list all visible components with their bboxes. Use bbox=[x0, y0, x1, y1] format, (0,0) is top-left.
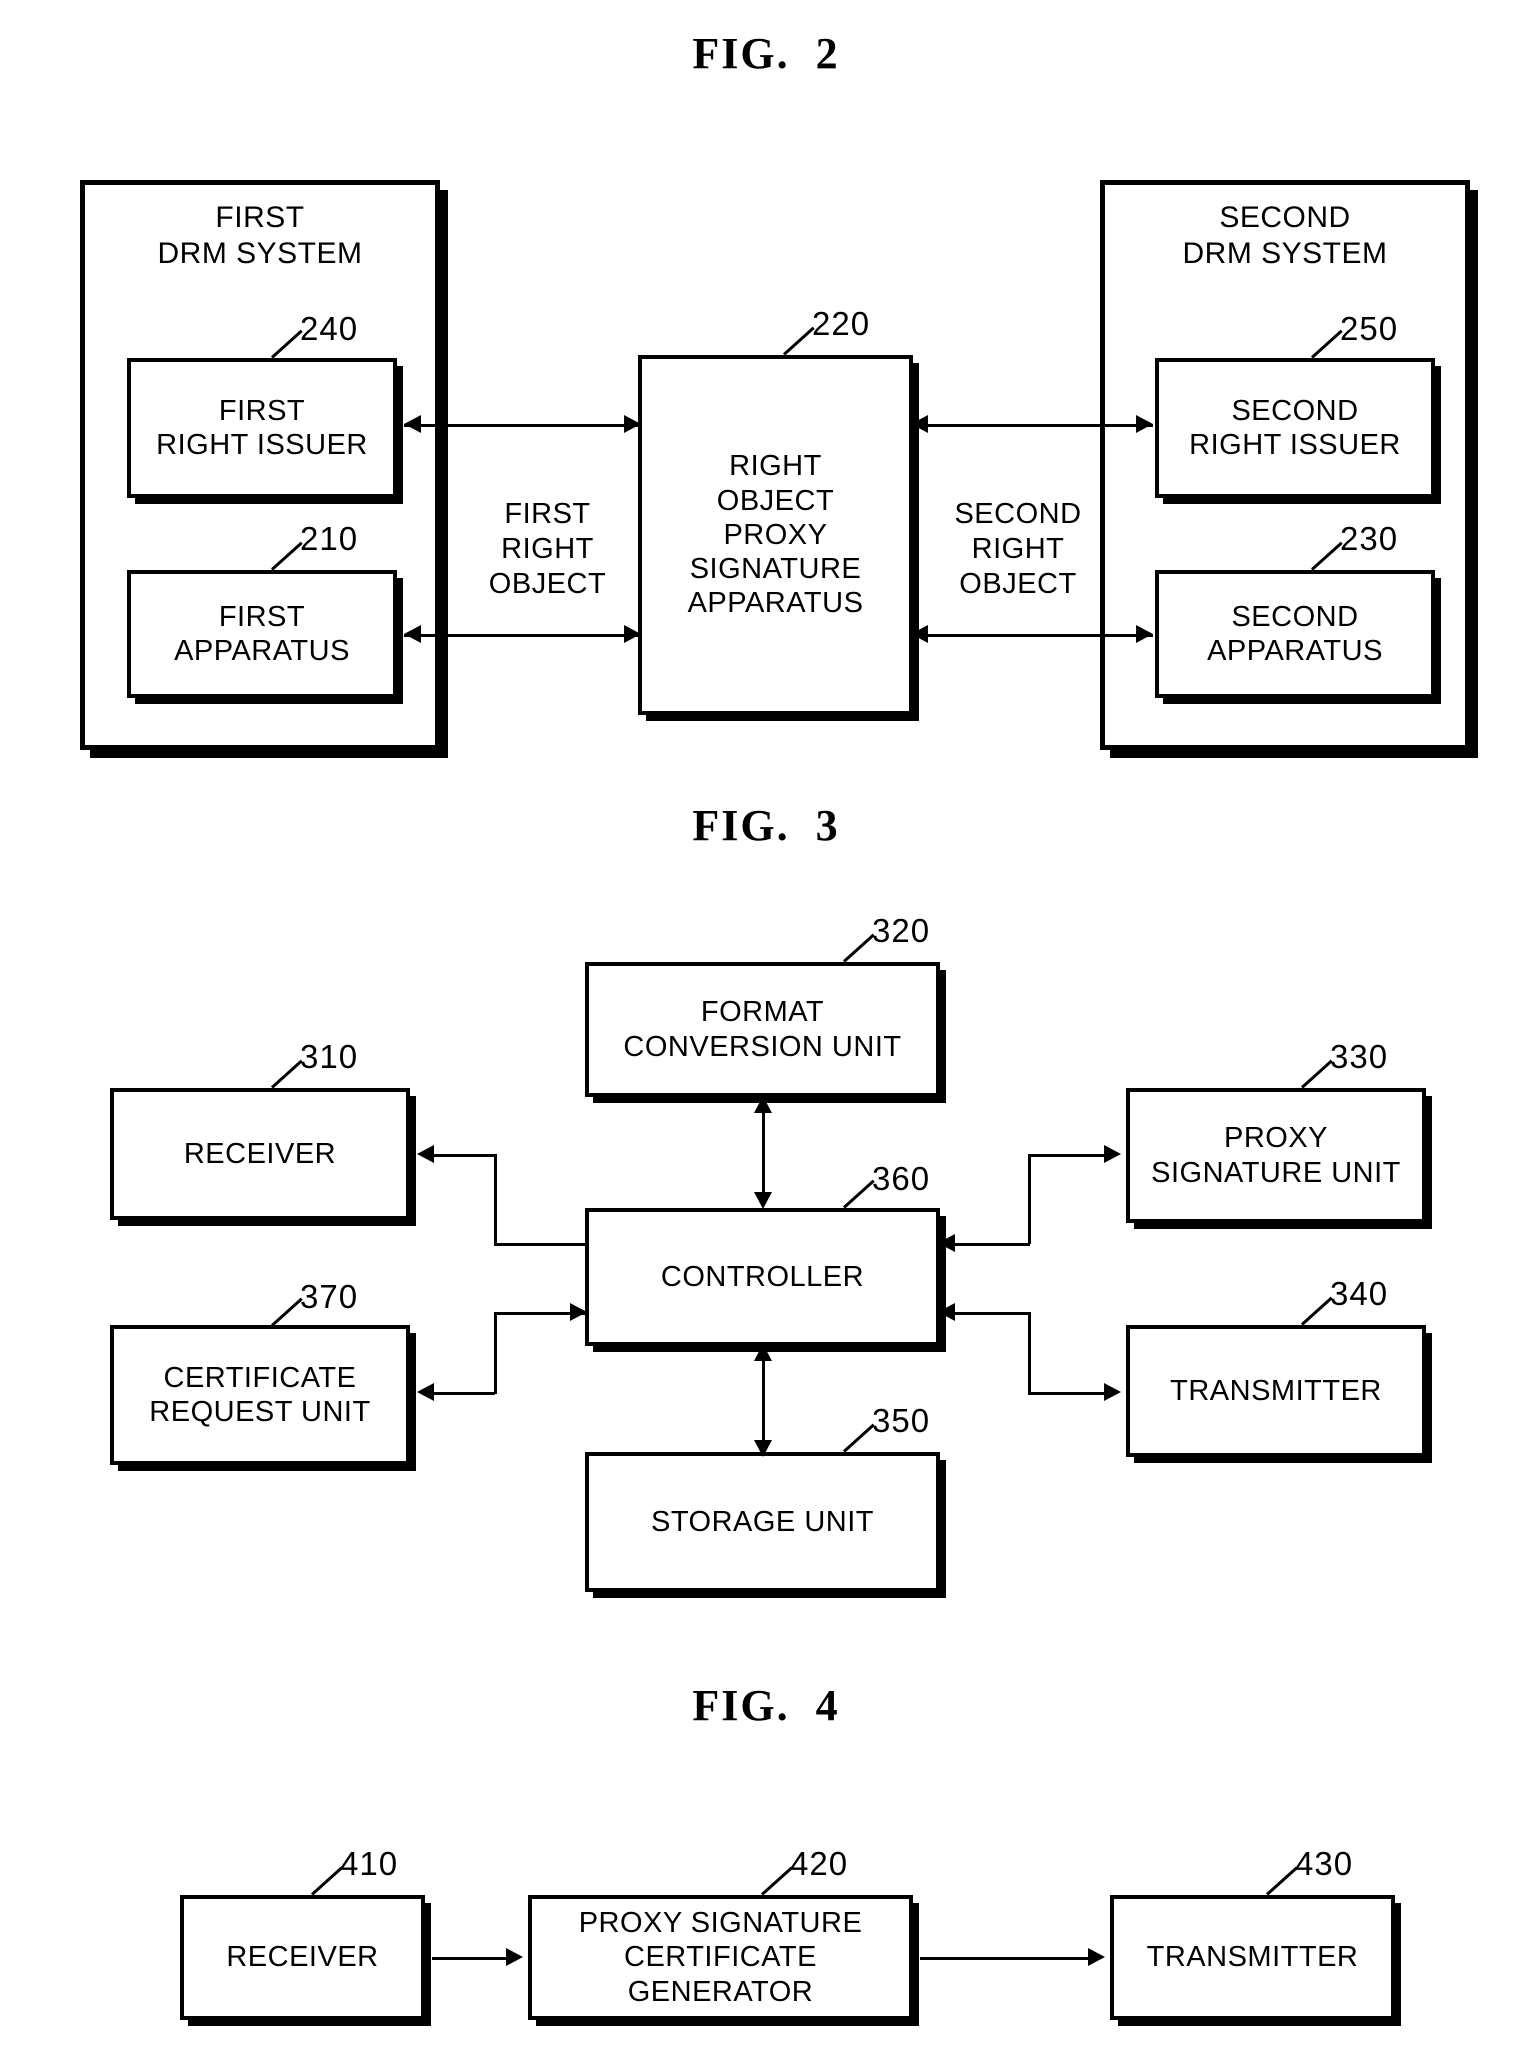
ref-370: 370 bbox=[300, 1278, 359, 1315]
figure-2-title: FIG. 2 bbox=[692, 29, 840, 78]
connector-controller-storage bbox=[762, 1350, 765, 1452]
proxy-signature-unit-box: PROXY SIGNATURE UNIT bbox=[1126, 1088, 1426, 1223]
ref-330: 330 bbox=[1330, 1038, 1389, 1075]
connector-apparatus1-proxy bbox=[404, 634, 642, 637]
leader-220 bbox=[782, 326, 815, 356]
ref-310: 310 bbox=[300, 1038, 359, 1075]
connector-receiver-generator bbox=[432, 1957, 512, 1960]
connector-cert-controller-h1 bbox=[432, 1392, 495, 1395]
arrowhead-issuer1-left bbox=[404, 415, 421, 433]
connector-controller-receiver-vert bbox=[494, 1154, 497, 1244]
connector-controller-proxy-h2 bbox=[1028, 1154, 1108, 1157]
leader-340 bbox=[1300, 1296, 1333, 1326]
leader-370 bbox=[270, 1297, 303, 1327]
arrowhead-cert-request-in bbox=[417, 1383, 434, 1401]
connector-controller-transmitter-vert bbox=[1028, 1312, 1031, 1394]
arrowhead-apparatus1-left bbox=[404, 625, 421, 643]
ref-320: 320 bbox=[872, 912, 931, 949]
certificate-request-unit-box: CERTIFICATE REQUEST UNIT bbox=[110, 1325, 410, 1465]
ref-240: 240 bbox=[300, 310, 359, 347]
right-object-proxy-signature-apparatus-box: RIGHT OBJECT PROXY SIGNATURE APPARATUS bbox=[638, 355, 913, 715]
arrowhead-controller-in-right-upper bbox=[938, 1234, 955, 1252]
arrowhead-proxy-left-in-top bbox=[624, 415, 641, 433]
arrowhead-transmitter-in-fig4 bbox=[1088, 1948, 1105, 1966]
leader-320 bbox=[842, 933, 875, 963]
arrowhead-controller-in-left-lower bbox=[570, 1303, 587, 1321]
figure-4-title: FIG. 4 bbox=[692, 1681, 840, 1730]
connector-proxy-apparatus2 bbox=[911, 634, 1153, 637]
proxy-signature-certificate-generator-box: PROXY SIGNATURE CERTIFICATE GENERATOR bbox=[528, 1895, 913, 2020]
ref-410: 410 bbox=[340, 1845, 399, 1882]
arrowhead-issuer2-in bbox=[1136, 415, 1153, 433]
leader-430 bbox=[1265, 1866, 1298, 1896]
first-drm-system-label: FIRST DRM SYSTEM bbox=[157, 201, 363, 270]
arrowhead-transmitter-in bbox=[1104, 1383, 1121, 1401]
leader-350 bbox=[842, 1423, 875, 1453]
arrowhead-generator-in bbox=[506, 1948, 523, 1966]
arrowhead-receiver-in bbox=[417, 1145, 434, 1163]
ref-420: 420 bbox=[790, 1845, 849, 1882]
arrowhead-proxy-right-out-top bbox=[911, 415, 928, 433]
first-apparatus-box: FIRST APPARATUS bbox=[127, 570, 397, 698]
controller-box: CONTROLLER bbox=[585, 1208, 940, 1346]
ref-210: 210 bbox=[300, 520, 359, 557]
connector-controller-proxy-vert bbox=[1028, 1154, 1031, 1244]
arrowhead-proxy-right-out-bottom bbox=[911, 625, 928, 643]
second-right-issuer-box: SECOND RIGHT ISSUER bbox=[1155, 358, 1435, 498]
connector-controller-format bbox=[762, 1102, 765, 1204]
ref-250: 250 bbox=[1340, 310, 1399, 347]
connector-controller-receiver-h1 bbox=[432, 1154, 495, 1157]
leader-360 bbox=[842, 1179, 875, 1209]
transmitter-box-fig4: TRANSMITTER bbox=[1110, 1895, 1395, 2020]
arrowhead-storage-down bbox=[754, 1440, 772, 1457]
ref-340: 340 bbox=[1330, 1275, 1389, 1312]
second-apparatus-box: SECOND APPARATUS bbox=[1155, 570, 1435, 698]
connector-controller-transmitter-h2 bbox=[1028, 1392, 1108, 1395]
arrowhead-proxy-unit-in bbox=[1104, 1145, 1121, 1163]
transmitter-box-fig3: TRANSMITTER bbox=[1126, 1325, 1426, 1457]
leader-310 bbox=[270, 1059, 303, 1089]
receiver-box-fig3: RECEIVER bbox=[110, 1088, 410, 1220]
arrowhead-controller-in-right-lower bbox=[938, 1303, 955, 1321]
storage-unit-box: STORAGE UNIT bbox=[585, 1452, 940, 1592]
ref-230: 230 bbox=[1340, 520, 1399, 557]
connector-proxy-issuer2 bbox=[911, 424, 1153, 427]
connector-issuer1-proxy bbox=[404, 424, 642, 427]
ref-220: 220 bbox=[812, 305, 871, 342]
ref-430: 430 bbox=[1295, 1845, 1354, 1882]
second-drm-system-label: SECOND DRM SYSTEM bbox=[1182, 201, 1388, 270]
leader-330 bbox=[1300, 1059, 1333, 1089]
receiver-box-fig4: RECEIVER bbox=[180, 1895, 425, 2020]
connector-generator-transmitter bbox=[920, 1957, 1094, 1960]
first-right-issuer-box: FIRST RIGHT ISSUER bbox=[127, 358, 397, 498]
connector-cert-controller-vert bbox=[494, 1312, 497, 1394]
ref-360: 360 bbox=[872, 1160, 931, 1197]
first-right-object-label: FIRST RIGHT OBJECT bbox=[488, 498, 607, 600]
connector-controller-receiver-h2 bbox=[494, 1243, 587, 1246]
arrowhead-apparatus2-in bbox=[1136, 625, 1153, 643]
ref-350: 350 bbox=[872, 1402, 931, 1439]
format-conversion-unit-box: FORMAT CONVERSION UNIT bbox=[585, 962, 940, 1097]
arrowhead-controller-down-top bbox=[754, 1192, 772, 1209]
arrowhead-proxy-left-in-bottom bbox=[624, 625, 641, 643]
leader-420 bbox=[760, 1866, 793, 1896]
arrowhead-format-up bbox=[754, 1096, 772, 1113]
figure-3-title: FIG. 3 bbox=[692, 801, 840, 850]
leader-410 bbox=[310, 1866, 343, 1896]
second-right-object-label: SECOND RIGHT OBJECT bbox=[954, 498, 1082, 600]
arrowhead-storage-up bbox=[754, 1344, 772, 1361]
